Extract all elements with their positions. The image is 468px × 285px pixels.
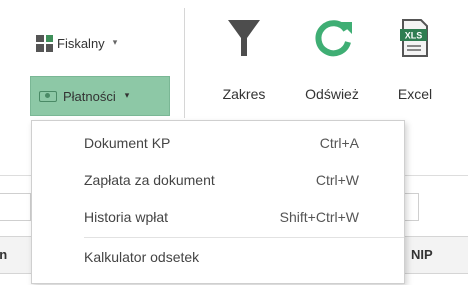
menu-separator — [84, 237, 404, 238]
menu-item-label: Zapłata za dokument — [84, 172, 215, 188]
column-header-partial[interactable]: en — [0, 237, 34, 273]
menu-item-shortcut: Ctrl+W — [315, 172, 359, 188]
chevron-down-icon: ▾ — [112, 36, 118, 47]
menu-item-dokument-kp[interactable]: Dokument KP Ctrl+A — [32, 127, 404, 159]
ribbon-separator — [184, 8, 185, 118]
filter-input-left[interactable] — [0, 193, 31, 221]
refresh-icon — [310, 14, 354, 62]
excel-label: Excel — [397, 86, 433, 102]
zakres-label: Zakres — [222, 86, 266, 102]
platnosci-dropdown-menu: Dokument KP Ctrl+A Zapłata za dokument C… — [31, 120, 405, 284]
menu-item-historia-wplat[interactable]: Historia wpłat Shift+Ctrl+W — [32, 201, 404, 233]
platnosci-label: Płatności — [63, 88, 116, 104]
chevron-down-icon: ▾ — [124, 89, 130, 100]
ribbon-toolbar: Fiskalny ▾ Płatności ▾ Zakres Odśwież XL… — [0, 0, 468, 123]
grid-icon — [36, 34, 53, 52]
menu-item-label: Historia wpłat — [84, 209, 169, 225]
menu-item-shortcut: Shift+Ctrl+W — [279, 209, 359, 225]
menu-item-shortcut: Ctrl+A — [319, 135, 359, 151]
xls-icon-text: XLS — [405, 31, 423, 41]
menu-item-label: Kalkulator odsetek — [84, 249, 200, 265]
money-icon — [39, 90, 57, 102]
filter-icon — [226, 14, 262, 62]
odswiez-label: Odśwież — [305, 86, 359, 102]
menu-item-label: Dokument KP — [84, 135, 171, 151]
excel-button[interactable]: XLS Excel — [390, 14, 440, 102]
zakres-button[interactable]: Zakres — [211, 14, 277, 102]
platnosci-button[interactable]: Płatności ▾ — [30, 76, 170, 116]
fiskalny-button[interactable]: Fiskalny ▾ — [36, 31, 117, 55]
odswiez-button[interactable]: Odśwież — [293, 14, 371, 102]
column-header-nip[interactable]: NIP — [411, 237, 433, 273]
fiskalny-label: Fiskalny — [57, 35, 105, 51]
menu-item-kalkulator-odsetek[interactable]: Kalkulator odsetek — [32, 241, 404, 273]
menu-item-zaplata-za-dokument[interactable]: Zapłata za dokument Ctrl+W — [32, 164, 404, 196]
xls-file-icon: XLS — [400, 14, 430, 62]
